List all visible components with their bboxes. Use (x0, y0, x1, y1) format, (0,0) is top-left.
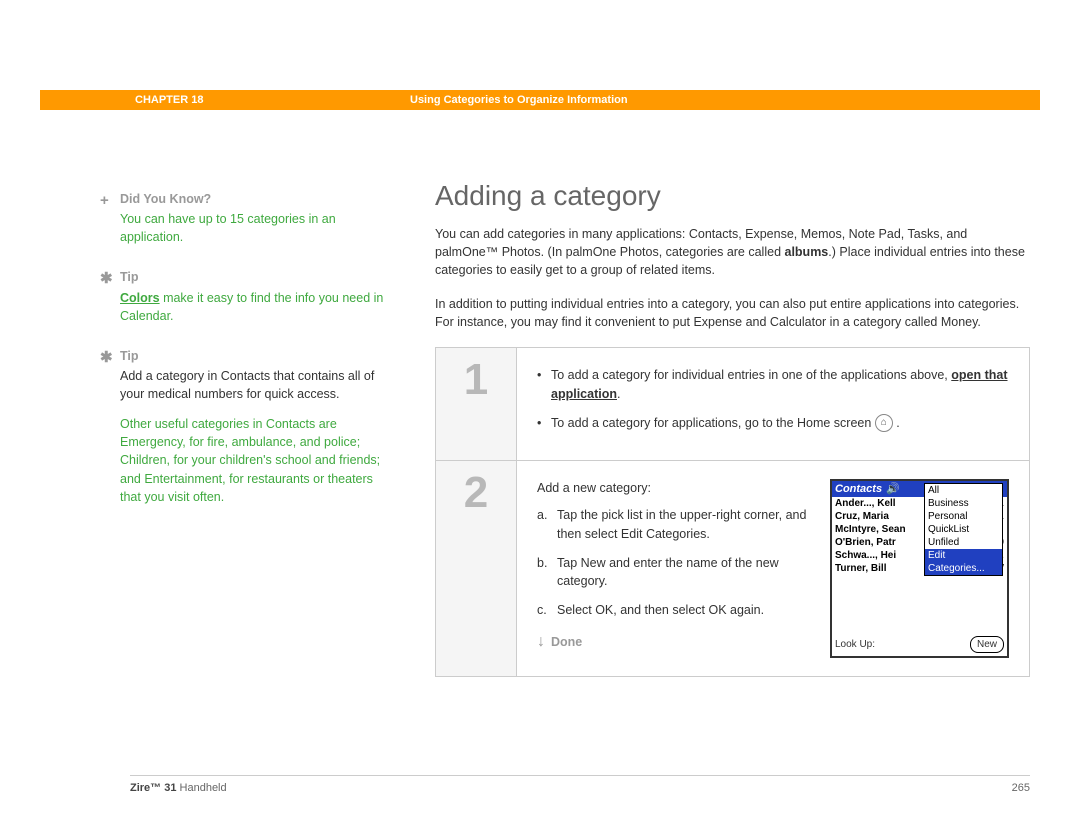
footer-product-rest: Handheld (176, 782, 226, 794)
step-2a: a. Tap the pick list in the upper-right … (537, 506, 818, 544)
tip-block-2: ✱ Tip Add a category in Contacts that co… (120, 347, 395, 506)
done-label: Done (551, 633, 582, 652)
tip-heading-2: Tip (120, 347, 395, 365)
step-1-bullet-1a: To add a category for individual entries… (551, 368, 951, 382)
bullet-icon: • (537, 366, 551, 404)
step-1-bullet-2: • To add a category for applications, go… (537, 414, 1009, 433)
footer-product-bold: Zire™ 31 (130, 782, 176, 794)
palm-dd-personal[interactable]: Personal (925, 510, 1002, 523)
albums-bold: albums (785, 245, 829, 259)
main-column: Adding a category You can add categories… (435, 190, 1030, 677)
step-2-row: 2 Add a new category: a. Tap the pick li… (436, 461, 1029, 676)
tip-text-1: Colors make it easy to find the info you… (120, 289, 395, 325)
content-area: + Did You Know? You can have up to 15 ca… (40, 190, 1040, 677)
palm-signal-icon: 🔊 (886, 481, 900, 498)
step-2-num-cell: 2 (436, 461, 517, 676)
chapter-label: CHAPTER 18 (135, 94, 410, 106)
palm-dd-unfiled[interactable]: Unfiled (925, 536, 1002, 549)
did-you-know-block: + Did You Know? You can have up to 15 ca… (120, 190, 395, 246)
step-2c-label: c. (537, 601, 557, 620)
did-you-know-text: You can have up to 15 categories in an a… (120, 210, 395, 246)
tip-heading-1: Tip (120, 268, 395, 286)
step-2a-text: Tap the pick list in the upper-right cor… (557, 506, 818, 544)
bullet-icon: • (537, 414, 551, 433)
plus-icon: + (100, 190, 109, 212)
asterisk-icon: ✱ (100, 268, 113, 290)
step-2c-text: Select OK, and then select OK again. (557, 601, 818, 620)
step-1-number: 1 (464, 358, 488, 460)
step-2-number: 2 (464, 471, 488, 676)
palm-category-dropdown[interactable]: All Business Personal QuickList Unfiled … (924, 483, 1003, 576)
step-1-num-cell: 1 (436, 348, 517, 460)
chapter-header-bar: CHAPTER 18 Using Categories to Organize … (40, 90, 1040, 110)
step-2-title: Add a new category: (537, 479, 818, 498)
step-2b-text: Tap New and enter the name of the new ca… (557, 554, 818, 592)
palm-app-title: Contacts (835, 481, 882, 498)
palm-dd-business[interactable]: Business (925, 497, 1002, 510)
palm-new-button[interactable]: New (970, 636, 1004, 653)
step-1-bullet-1b: . (617, 387, 620, 401)
palm-dd-all[interactable]: All (925, 484, 1002, 497)
sidebar: + Did You Know? You can have up to 15 ca… (120, 190, 395, 677)
palm-screenshot: Contacts 🔊 All Business Personal QuickLi… (830, 479, 1009, 658)
page: CHAPTER 18 Using Categories to Organize … (0, 0, 1080, 677)
step-2b: b. Tap New and enter the name of the new… (537, 554, 818, 592)
footer-product: Zire™ 31 Handheld (130, 782, 227, 794)
steps-box: 1 • To add a category for individual ent… (435, 347, 1030, 677)
done-arrow-icon: ↓ (537, 630, 545, 654)
tip-block-1: ✱ Tip Colors make it easy to find the in… (120, 268, 395, 324)
asterisk-icon: ✱ (100, 347, 113, 369)
step-1-row: 1 • To add a category for individual ent… (436, 348, 1029, 461)
step-2c: c. Select OK, and then select OK again. (537, 601, 818, 620)
step-2b-label: b. (537, 554, 557, 592)
step-1-bullet-2a: To add a category for applications, go t… (551, 416, 875, 430)
step-1-bullet-2b: . (896, 416, 899, 430)
palm-bottom-bar: Look Up: New (835, 636, 1004, 653)
tip-text-1-rest: make it easy to find the info you need i… (120, 291, 383, 323)
step-2-body: Add a new category: a. Tap the pick list… (517, 461, 1029, 676)
tip-text-2b: Other useful categories in Contacts are … (120, 415, 395, 506)
chapter-title: Using Categories to Organize Information (410, 94, 628, 106)
step-2a-label: a. (537, 506, 557, 544)
intro-paragraph-2: In addition to putting individual entrie… (435, 295, 1030, 331)
did-you-know-heading: Did You Know? (120, 190, 395, 208)
page-title: Adding a category (435, 180, 1030, 212)
home-icon: ⌂ (875, 414, 893, 432)
intro-paragraph-1: You can add categories in many applicati… (435, 225, 1030, 279)
footer-page-number: 265 (1012, 782, 1030, 794)
page-footer: Zire™ 31 Handheld 265 (130, 775, 1030, 794)
palm-dd-quicklist[interactable]: QuickList (925, 523, 1002, 536)
step-2-instructions: Add a new category: a. Tap the pick list… (537, 479, 830, 658)
colors-link[interactable]: Colors (120, 291, 160, 305)
done-row: ↓ Done (537, 630, 818, 654)
palm-lookup-label: Look Up: (835, 637, 875, 652)
palm-dd-edit-categories[interactable]: Edit Categories... (925, 549, 1002, 575)
step-1-body: • To add a category for individual entri… (517, 348, 1029, 460)
tip-text-2a: Add a category in Contacts that contains… (120, 367, 395, 403)
step-1-bullet-1: • To add a category for individual entri… (537, 366, 1009, 404)
